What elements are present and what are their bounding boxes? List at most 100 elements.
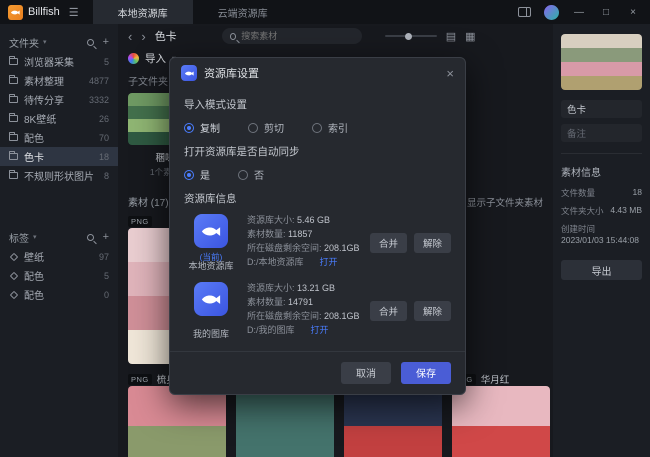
note-field[interactable]: 备注 (561, 124, 642, 142)
tag-item-wallpaper[interactable]: 壁纸 97 (0, 247, 118, 266)
merge-button[interactable]: 合并 (370, 233, 407, 253)
export-button[interactable]: 导出 (561, 260, 642, 280)
radio-label: 复制 (200, 120, 220, 135)
radio-label: 是 (200, 167, 210, 182)
maximize-button[interactable]: □ (599, 7, 613, 18)
info-value: 4.43 MB (610, 205, 642, 217)
inspector-panel: 色卡 备注 素材信息 文件数量 18 文件夹大小 4.43 MB 创建时间 20… (553, 24, 650, 457)
radio-icon (248, 123, 258, 133)
billfish-library-icon (194, 214, 228, 248)
slider-knob[interactable] (405, 33, 412, 40)
count-value: 14791 (288, 297, 313, 307)
asset-thumbnail (236, 386, 334, 457)
radio-copy[interactable]: 复制 (184, 120, 220, 135)
auto-sync-section-label: 打开资源库是否自动同步 (184, 144, 451, 159)
search-input[interactable] (241, 31, 353, 41)
search-box[interactable] (222, 28, 362, 44)
folder-icon (9, 172, 18, 179)
radio-index[interactable]: 索引 (312, 120, 348, 135)
asset-name-field[interactable]: 色卡 (561, 100, 642, 118)
cancel-button[interactable]: 取消 (341, 362, 391, 384)
open-link[interactable]: 打开 (320, 257, 338, 267)
sidebar-item-label: 配色 (24, 130, 44, 145)
add-folder-icon[interactable]: + (103, 37, 109, 48)
asset-card[interactable]: PNG 华月红 (452, 372, 550, 457)
merge-button[interactable]: 合并 (370, 301, 407, 321)
open-link[interactable]: 打开 (311, 325, 329, 335)
panel-toggle-icon[interactable] (518, 7, 531, 17)
menu-icon[interactable]: ☰ (69, 6, 79, 19)
sidebar-item-material-sorting[interactable]: 素材整理 4877 (0, 71, 118, 90)
sidebar-item-label: 8K壁纸 (24, 111, 56, 126)
radio-icon (312, 123, 322, 133)
info-label: 文件数量 (561, 187, 595, 199)
grid-view-icon[interactable]: ▦ (465, 30, 475, 43)
radio-label: 否 (254, 167, 264, 182)
detach-button[interactable]: 解除 (414, 301, 451, 321)
radio-no[interactable]: 否 (238, 167, 264, 182)
sidebar-item-browser-capture[interactable]: 浏览器采集 5 (0, 52, 118, 71)
radio-yes[interactable]: 是 (184, 167, 210, 182)
filetype-badge: PNG (128, 374, 152, 385)
folders-header-label: 文件夹 (9, 35, 39, 50)
show-subfolder-assets-toggle[interactable]: 显示子文件夹素材 (453, 195, 543, 209)
size-label: 资源库大小: (247, 283, 295, 293)
sidebar-item-color-card[interactable]: 色卡 18 (0, 147, 118, 166)
list-view-icon[interactable]: ▤ (446, 30, 456, 43)
library-path: D:/本地资源库 (247, 257, 304, 267)
item-count: 26 (99, 114, 109, 124)
item-count: 3332 (89, 95, 109, 105)
close-icon[interactable]: × (446, 66, 454, 81)
chevron-down-icon[interactable]: ▾ (43, 38, 47, 46)
material-info-header: 素材信息 (561, 164, 642, 179)
library-name: 本地资源库 (188, 261, 233, 272)
back-icon[interactable]: ‹ (128, 30, 132, 43)
folders-header: 文件夹 ▾ + (0, 32, 118, 52)
import-mode-section-label: 导入模式设置 (184, 97, 451, 112)
size-value: 13.21 GB (297, 283, 335, 293)
folder-icon (9, 58, 18, 65)
sidebar-item-8k-wallpaper[interactable]: 8K壁纸 26 (0, 109, 118, 128)
tag-label: 配色 (24, 268, 44, 283)
info-label: 创建时间 (561, 223, 595, 235)
folder-icon (9, 115, 18, 122)
item-count: 4877 (89, 76, 109, 86)
billfish-icon (181, 65, 197, 81)
sidebar-item-irregular-shapes[interactable]: 不规则形状图片 8 (0, 166, 118, 185)
tags-section: 标签 ▾ + 壁纸 97 配色 5 配色 0 (0, 227, 118, 304)
tag-label: 壁纸 (24, 249, 44, 264)
app-body: 文件夹 ▾ + 浏览器采集 5 素材整理 4877 待传分享 3332 8K壁纸… (0, 24, 650, 457)
info-row-folder-size: 文件夹大小 4.43 MB (561, 205, 642, 217)
tab-cloud-library[interactable]: 云端资源库 (193, 0, 293, 24)
search-icon[interactable] (87, 39, 94, 46)
titlebar: Billfish ☰ 本地资源库 云端资源库 — □ × (0, 0, 650, 24)
radio-cut[interactable]: 剪切 (248, 120, 284, 135)
add-tag-icon[interactable]: + (103, 232, 109, 243)
sidebar-item-to-share[interactable]: 待传分享 3332 (0, 90, 118, 109)
item-count: 18 (99, 152, 109, 162)
sidebar: 文件夹 ▾ + 浏览器采集 5 素材整理 4877 待传分享 3332 8K壁纸… (0, 24, 118, 457)
search-icon[interactable] (87, 234, 94, 241)
tag-item-color-scheme-2[interactable]: 配色 0 (0, 285, 118, 304)
sidebar-item-label: 不规则形状图片 (24, 168, 94, 183)
tab-local-library[interactable]: 本地资源库 (93, 0, 193, 24)
tag-item-color-scheme-1[interactable]: 配色 5 (0, 266, 118, 285)
save-button[interactable]: 保存 (401, 362, 451, 384)
avatar[interactable] (544, 5, 559, 20)
sidebar-item-label: 待传分享 (24, 92, 64, 107)
minimize-button[interactable]: — (572, 7, 586, 18)
info-value: 18 (633, 187, 642, 199)
folder-icon (9, 96, 18, 103)
thumbnail-size-slider[interactable] (385, 35, 437, 37)
item-count: 70 (99, 133, 109, 143)
close-button[interactable]: × (626, 7, 640, 18)
selection-preview (561, 34, 642, 90)
library-details: 资源库大小: 5.46 GB 素材数量: 11857 所在磁盘剩余空间: 208… (247, 214, 361, 272)
detach-button[interactable]: 解除 (414, 233, 451, 253)
chevron-down-icon[interactable]: ▾ (33, 233, 37, 241)
sidebar-item-color-scheme[interactable]: 配色 70 (0, 128, 118, 147)
library-info-section-label: 资源库信息 (184, 191, 451, 206)
info-value: 2023/01/03 15:44:08 (561, 235, 639, 245)
forward-icon[interactable]: › (141, 30, 145, 43)
disk-label: 所在磁盘剩余空间: (247, 243, 322, 253)
